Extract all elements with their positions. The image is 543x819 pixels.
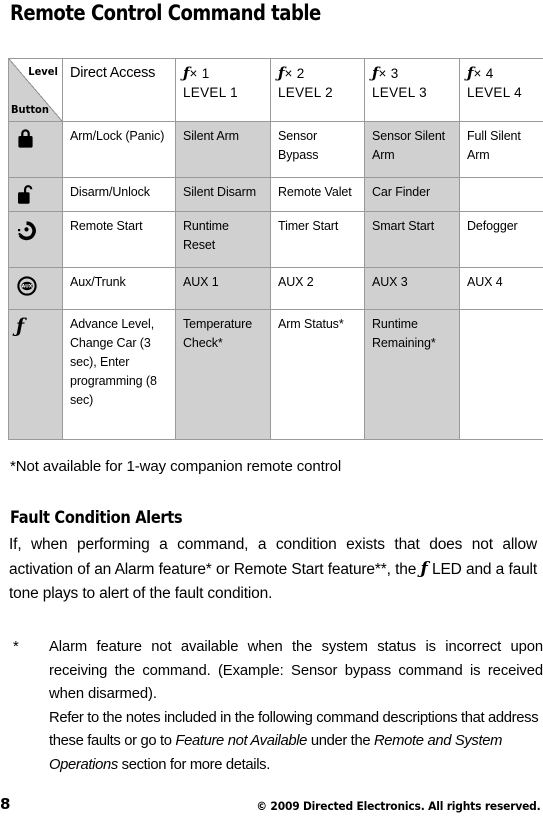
- footnote-body: Alarm feature not available when the sys…: [49, 636, 543, 777]
- aux-trunk-icon: AUX: [17, 276, 37, 296]
- cell-level-4: Full Silent Arm: [459, 121, 543, 178]
- header-level-3: ƒ× 3 LEVEL 3: [364, 58, 460, 122]
- cell-level-4: Defogger: [459, 211, 543, 268]
- header-level-1: ƒ× 1 LEVEL 1: [175, 58, 271, 122]
- cell-level-4: AUX 4: [459, 267, 543, 310]
- header-level-4-sub: LEVEL 4: [467, 85, 522, 100]
- header-level-2-sub: LEVEL 2: [278, 85, 333, 100]
- header-level-4: ƒ× 4 LEVEL 4: [459, 58, 543, 122]
- cell-level-3: AUX 3: [364, 267, 460, 310]
- function-f-icon: ƒ: [420, 559, 428, 579]
- cell-level-1: Silent Arm: [175, 121, 271, 178]
- table-row: Arm/Lock (Panic) Silent Arm Sensor Bypas…: [8, 121, 543, 178]
- row-icon-arm-lock: [8, 121, 63, 178]
- cell-direct-access: Remote Start: [62, 211, 176, 268]
- corner-button-label: Button: [11, 103, 49, 116]
- footnote-p2-italic-feature-not-available: Feature not Available: [175, 733, 308, 749]
- footnote-marker: *: [13, 639, 19, 655]
- cell-level-2: Timer Start: [270, 211, 365, 268]
- padlock-closed-icon: [18, 129, 33, 148]
- remote-control-command-table: Level Button Direct Access ƒ× 1 LEVEL 1 …: [8, 58, 543, 440]
- row-icon-disarm-unlock: [8, 177, 63, 212]
- cell-direct-access: Arm/Lock (Panic): [62, 121, 176, 178]
- header-level-2-multiplier: × 2: [284, 66, 305, 81]
- footnote-paragraph-2: Refer to the notes included in the follo…: [49, 707, 543, 778]
- cell-level-4: [459, 309, 543, 440]
- cell-level-2: Remote Valet: [270, 177, 365, 212]
- page-number: 8: [0, 795, 11, 813]
- fault-condition-paragraph: If, when performing a command, a conditi…: [9, 533, 537, 606]
- table-row: AUX Aux/Trunk AUX 1 AUX 2 AUX 3 AUX 4: [8, 267, 543, 310]
- row-icon-remote-start: [8, 211, 63, 268]
- corner-level-label: Level: [28, 65, 58, 78]
- cell-level-1: Silent Disarm: [175, 177, 271, 212]
- copyright-notice: © 2009 Directed Electronics. All rights …: [256, 799, 541, 813]
- table-header-row: Level Button Direct Access ƒ× 1 LEVEL 1 …: [8, 58, 543, 122]
- table-row: Disarm/Unlock Silent Disarm Remote Valet…: [8, 177, 543, 212]
- header-level-3-sub: LEVEL 3: [372, 85, 427, 100]
- table-header: Level Button Direct Access ƒ× 1 LEVEL 1 …: [8, 58, 543, 122]
- footnote-row: * Alarm feature not available when the s…: [9, 636, 543, 777]
- cell-level-2: AUX 2: [270, 267, 365, 310]
- cell-level-2: Sensor Bypass: [270, 121, 365, 178]
- cell-direct-access: Advance Level, Change Car (3 sec), Enter…: [62, 309, 176, 440]
- row-icon-aux-trunk: AUX: [8, 267, 63, 310]
- footnote-p2-c: section for more details.: [117, 756, 271, 773]
- table-footnote: *Not available for 1-way companion remot…: [10, 458, 342, 475]
- cell-direct-access: Aux/Trunk: [62, 267, 176, 310]
- cell-level-3: Car Finder: [364, 177, 460, 212]
- cell-level-1: Temperature Check*: [175, 309, 271, 440]
- cell-level-1: AUX 1: [175, 267, 271, 310]
- asterisk-footnote-block: * Alarm feature not available when the s…: [9, 636, 543, 777]
- header-corner-cell: Level Button: [8, 58, 63, 122]
- cell-level-1: Runtime Reset: [175, 211, 271, 268]
- table-body: Arm/Lock (Panic) Silent Arm Sensor Bypas…: [8, 121, 543, 440]
- cell-level-3: Runtime Remaining*: [364, 309, 460, 440]
- function-f-icon: ƒ: [16, 315, 25, 337]
- cell-level-3: Smart Start: [364, 211, 460, 268]
- page-title: Remote Control Command table: [10, 1, 321, 25]
- footnote-paragraph-1: Alarm feature not available when the sys…: [49, 639, 543, 702]
- cell-level-3: Sensor Silent Arm: [364, 121, 460, 178]
- cell-direct-access: Disarm/Unlock: [62, 177, 176, 212]
- header-direct-access: Direct Access: [62, 58, 176, 122]
- table-row: Remote Start Runtime Reset Timer Start S…: [8, 211, 543, 268]
- padlock-open-icon: [18, 185, 33, 204]
- header-level-1-sub: LEVEL 1: [183, 85, 238, 100]
- header-level-3-multiplier: × 3: [378, 66, 399, 81]
- row-icon-function: ƒ: [8, 309, 63, 440]
- cell-level-2: Arm Status*: [270, 309, 365, 440]
- footnote-p2-b: under the: [307, 733, 374, 749]
- svg-text:AUX: AUX: [22, 284, 33, 290]
- header-level-2: ƒ× 2 LEVEL 2: [270, 58, 365, 122]
- header-level-1-multiplier: × 1: [189, 66, 210, 81]
- remote-start-icon: [18, 221, 36, 241]
- section-heading-fault-condition-alerts: Fault Condition Alerts: [10, 508, 183, 528]
- header-level-4-multiplier: × 4: [473, 66, 494, 81]
- cell-level-4: [459, 177, 543, 212]
- table-row: ƒ Advance Level, Change Car (3 sec), Ent…: [8, 309, 543, 440]
